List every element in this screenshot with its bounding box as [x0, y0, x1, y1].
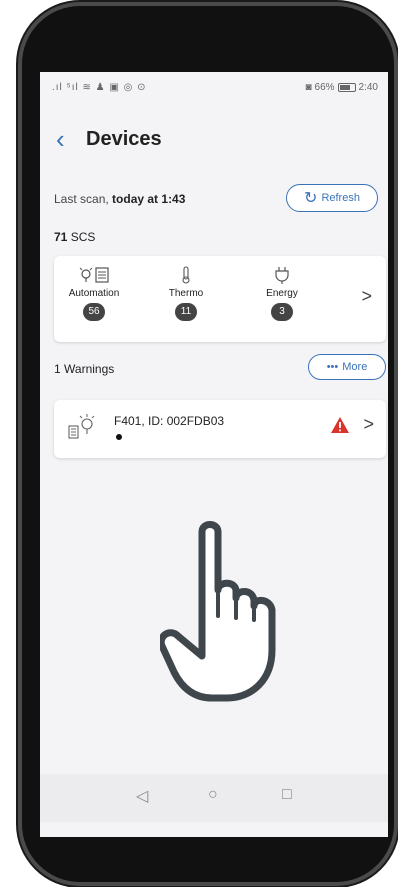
clock: 2:40: [358, 82, 378, 93]
category-energy[interactable]: Energy 3: [242, 266, 322, 321]
home-circle-icon[interactable]: ○: [208, 786, 218, 804]
device-count: 71 SCS: [54, 230, 95, 244]
device-name: F401, ID: 002FDB03: [114, 414, 225, 428]
category-label: Energy: [266, 288, 298, 299]
category-automation[interactable]: Automation 56: [54, 266, 134, 321]
phone-screen: .ıl ⁵ıl ≋ ♟ ▣ ◎ ⊙ ◙ 66% 2:40 ‹ Devices L…: [40, 72, 388, 837]
category-card[interactable]: Automation 56 Thermo 11 Energy 3 >: [54, 256, 386, 342]
device-row[interactable]: F401, ID: 002FDB03 >: [54, 400, 386, 458]
more-button[interactable]: ••• More: [308, 354, 386, 380]
header: ‹ Devices: [40, 124, 388, 158]
count-badge: 11: [175, 303, 197, 321]
page-title: Devices: [86, 128, 162, 150]
more-dots-icon: •••: [326, 361, 339, 373]
last-scan-prefix: Last scan,: [54, 192, 109, 206]
refresh-icon: ↻: [304, 190, 318, 207]
category-label: Thermo: [168, 288, 204, 299]
bulb-and-panel-icon: [54, 266, 134, 286]
android-nav-bar: ◁ ○ □: [40, 774, 388, 822]
count-badge: 3: [271, 303, 293, 321]
battery-percent: 66%: [314, 82, 335, 93]
scan-row: Last scan, today at 1:43 ↻ Refresh: [54, 184, 378, 214]
chevron-right-icon[interactable]: >: [361, 286, 372, 307]
chevron-left-icon[interactable]: ‹: [56, 126, 65, 152]
device-count-number: 71: [54, 230, 68, 244]
category-label: Automation: [68, 288, 120, 299]
warnings-label: 1 Warnings: [54, 362, 114, 376]
more-label: More: [342, 361, 368, 373]
warnings-row: 1 Warnings ••• More: [54, 354, 386, 382]
warning-triangle-icon: [330, 416, 350, 439]
refresh-label: Refresh: [321, 192, 360, 204]
device-count-unit: SCS: [70, 230, 96, 244]
plug-icon: [242, 266, 322, 286]
last-scan-text: Last scan, today at 1:43: [54, 192, 185, 206]
battery-icon: [337, 83, 356, 92]
alarm-icon: ◙: [305, 82, 312, 93]
recents-square-icon[interactable]: □: [282, 786, 292, 804]
back-triangle-icon[interactable]: ◁: [136, 786, 148, 806]
status-bar: .ıl ⁵ıl ≋ ♟ ▣ ◎ ⊙ ◙ 66% 2:40: [40, 72, 388, 102]
status-icons: .ıl ⁵ıl ≋ ♟ ▣ ◎ ⊙: [52, 82, 147, 93]
status-dot-icon: [116, 434, 122, 440]
refresh-button[interactable]: ↻ Refresh: [286, 184, 378, 212]
warnings-count: 1: [54, 362, 61, 376]
thermometer-icon: [146, 266, 226, 286]
last-scan-time: today at 1:43: [112, 192, 186, 206]
tap-hand-icon: [160, 521, 276, 702]
warnings-text: Warnings: [64, 362, 115, 376]
category-thermo[interactable]: Thermo 11: [146, 266, 226, 321]
count-badge: 56: [83, 303, 105, 321]
chevron-right-icon[interactable]: >: [363, 414, 374, 435]
device-bulb-icon: [68, 414, 96, 445]
status-right: ◙ 66% 2:40: [305, 82, 378, 93]
